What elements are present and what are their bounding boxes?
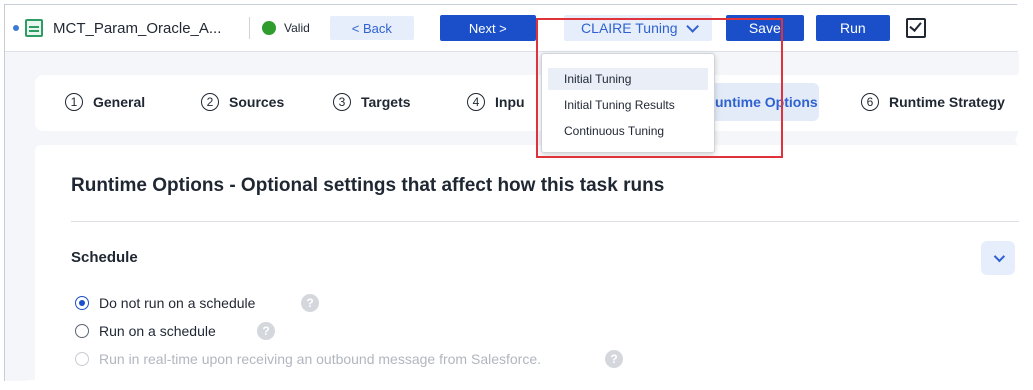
radio-run-on-schedule[interactable]: Run on a schedule — [75, 323, 216, 339]
step-number: 4 — [467, 93, 485, 111]
radio-button — [75, 352, 89, 366]
step-sources[interactable]: 2 Sources — [201, 93, 284, 111]
claire-tuning-label: CLAIRE Tuning — [581, 20, 678, 36]
help-icon[interactable]: ? — [257, 322, 275, 340]
page-title: Runtime Options - Optional settings that… — [71, 175, 665, 196]
step-label: Targets — [361, 94, 411, 110]
step-number: 6 — [861, 93, 879, 111]
wizard-steps: 1 General 2 Sources 3 Targets 4 Inpu unt… — [35, 75, 1019, 131]
claire-tuning-menu: Initial Tuning Initial Tuning Results Co… — [541, 53, 715, 153]
next-button[interactable]: Next > — [439, 15, 536, 41]
step-label: Sources — [229, 94, 285, 110]
step-general[interactable]: 1 General — [65, 93, 145, 111]
step-targets[interactable]: 3 Targets — [333, 93, 411, 111]
schedule-collapse-button[interactable] — [981, 241, 1015, 275]
schedule-section-title: Schedule — [71, 249, 138, 266]
checkin-icon[interactable] — [905, 18, 926, 38]
runtime-options-panel: Runtime Options - Optional settings that… — [35, 145, 1019, 381]
menu-item-initial-tuning[interactable]: Initial Tuning — [548, 68, 708, 90]
step-label: General — [93, 94, 146, 110]
step-runtime-strategy[interactable]: 6 Runtime Strategy — [861, 93, 1005, 111]
valid-status-icon — [262, 21, 276, 35]
radio-button[interactable] — [75, 296, 89, 310]
task-title: MCT_Param_Oracle_A... — [53, 19, 222, 37]
menu-item-initial-tuning-results[interactable]: Initial Tuning Results — [548, 94, 708, 116]
help-icon[interactable]: ? — [301, 294, 319, 312]
step-label: Runtime Strategy — [889, 94, 1005, 110]
app-window: MCT_Param_Oracle_A... Valid < Back Next … — [4, 4, 1019, 381]
step-number: 3 — [333, 93, 351, 111]
radio-label: Do not run on a schedule — [99, 295, 256, 311]
radio-run-realtime-salesforce: Run in real-time upon receiving an outbo… — [75, 351, 541, 367]
radio-label: Run in real-time upon receiving an outbo… — [99, 351, 542, 367]
back-button[interactable]: < Back — [329, 16, 414, 40]
unsaved-dot-icon — [13, 25, 19, 31]
chevron-down-icon — [685, 19, 699, 33]
save-button[interactable]: Save — [725, 15, 804, 41]
radio-label: Run on a schedule — [99, 323, 216, 339]
step-number: 2 — [201, 93, 219, 111]
radio-button[interactable] — [75, 324, 89, 338]
radio-no-schedule[interactable]: Do not run on a schedule — [75, 295, 255, 311]
claire-tuning-button[interactable]: CLAIRE Tuning — [563, 15, 712, 41]
menu-item-continuous-tuning[interactable]: Continuous Tuning — [548, 120, 708, 142]
valid-status-label: Valid — [284, 21, 310, 35]
step-input[interactable]: 4 Inpu — [467, 93, 525, 111]
top-toolbar: MCT_Param_Oracle_A... Valid < Back Next … — [5, 5, 1019, 52]
toolbar-divider — [249, 17, 250, 39]
chevron-down-icon — [993, 250, 1006, 263]
run-button[interactable]: Run — [815, 15, 890, 41]
step-number: 1 — [65, 93, 83, 111]
step-label: Inpu — [495, 94, 525, 110]
mapping-task-icon — [25, 19, 43, 37]
section-divider — [71, 221, 1019, 222]
step-runtime-options[interactable]: untime Options — [715, 94, 818, 110]
help-icon[interactable]: ? — [605, 350, 623, 368]
